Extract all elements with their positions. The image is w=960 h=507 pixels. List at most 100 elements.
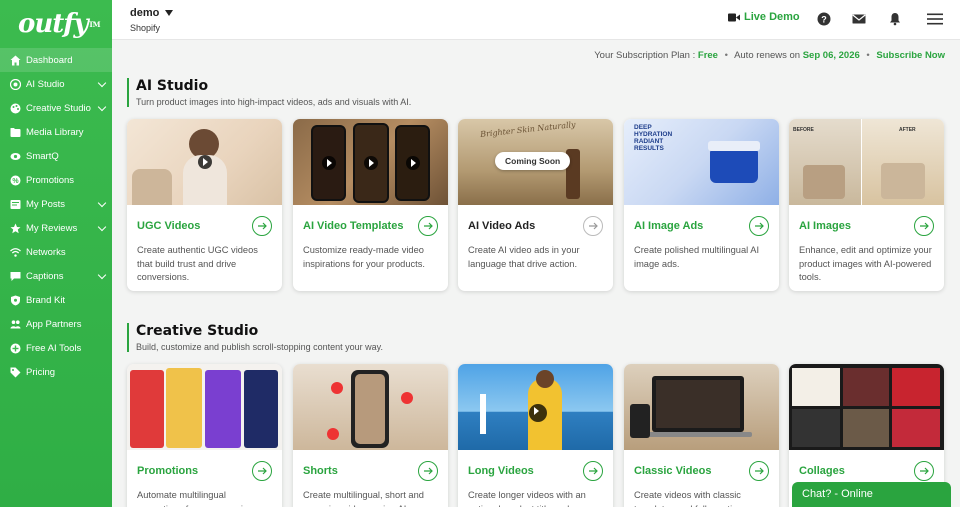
card-classic-videos[interactable]: Classic Videos Create videos with classi… <box>624 364 779 507</box>
subscription-status: Your Subscription Plan : Free • Auto ren… <box>594 50 945 61</box>
arrow-right-icon[interactable] <box>418 216 438 236</box>
renew-label: Auto renews on <box>734 50 803 61</box>
card-ai-image-ads[interactable]: DEEP HYDRATION RADIANT RESULTS AI Image … <box>624 119 779 291</box>
card-title: AI Video Templates <box>303 220 404 232</box>
store-selector[interactable]: demo Shopify <box>130 7 174 33</box>
arrow-right-icon[interactable] <box>583 461 603 481</box>
sidebar-item-smartq[interactable]: SmartQ <box>0 144 112 168</box>
section-subtitle: Turn product images into high-impact vid… <box>136 97 412 107</box>
card-promotions[interactable]: Promotions Automate multilingual promoti… <box>127 364 282 507</box>
menu-icon[interactable] <box>927 12 943 26</box>
play-icon <box>322 156 336 170</box>
dashboard-icon <box>10 55 21 66</box>
section-subtitle: Build, customize and publish scroll-stop… <box>136 342 383 352</box>
ai-video-ads-image: Brighter Skin Naturally Coming Soon <box>458 119 613 205</box>
arrow-right-icon[interactable] <box>914 216 934 236</box>
creative-studio-icon <box>10 103 21 114</box>
chat-label: Chat? - Online <box>802 488 873 500</box>
sidebar-item-my-posts[interactable]: My Posts <box>0 192 112 216</box>
section-title: AI Studio <box>136 78 209 94</box>
sidebar-item-pricing[interactable]: Pricing <box>0 360 112 384</box>
arrow-right-icon[interactable] <box>252 216 272 236</box>
svg-text:?: ? <box>821 15 827 25</box>
card-title: AI Video Ads <box>468 220 536 232</box>
after-label: AFTER <box>899 127 916 133</box>
arrow-right-icon[interactable] <box>418 461 438 481</box>
sidebar-item-my-reviews[interactable]: My Reviews <box>0 216 112 240</box>
ai-video-templates-image <box>293 119 448 205</box>
card-ai-video-templates[interactable]: AI Video Templates Customize ready-made … <box>293 119 448 291</box>
chevron-down-icon[interactable] <box>97 78 107 88</box>
card-description: Automate multilingual promotions for any… <box>137 490 253 507</box>
media-library-icon <box>10 127 21 138</box>
card-title: Shorts <box>303 465 338 477</box>
sidebar-item-media-library[interactable]: Media Library <box>0 120 112 144</box>
caret-down-icon <box>165 10 174 16</box>
chevron-down-icon[interactable] <box>97 102 107 112</box>
subscribe-now-link[interactable]: Subscribe Now <box>876 50 945 61</box>
partners-icon <box>10 319 21 330</box>
card-title: Classic Videos <box>634 465 712 477</box>
card-ai-images[interactable]: BEFORE AFTER AI Images Enhance, edit and… <box>789 119 944 291</box>
renew-date: Sep 06, 2026 <box>802 50 860 61</box>
wifi-icon <box>10 247 21 258</box>
sidebar-item-creative-studio[interactable]: Creative Studio <box>0 96 112 120</box>
chevron-down-icon[interactable] <box>97 198 107 208</box>
sidebar-item-label: Networks <box>26 246 66 258</box>
ai-studio-header: AI Studio Turn product images into high-… <box>127 78 411 107</box>
promotions-icon: % <box>10 175 21 186</box>
classic-videos-image <box>624 364 779 450</box>
play-icon <box>406 156 420 170</box>
arrow-right-icon[interactable] <box>914 461 934 481</box>
card-ugc-videos[interactable]: UGC Videos Create authentic UGC videos t… <box>127 119 282 291</box>
bell-icon[interactable] <box>888 12 902 26</box>
star-icon <box>10 223 21 234</box>
sidebar-item-label: SmartQ <box>26 150 59 162</box>
outfy-logo[interactable]: outfy TM <box>0 0 112 48</box>
sidebar-item-dashboard[interactable]: Dashboard <box>0 48 112 72</box>
chat-widget[interactable]: Chat? - Online <box>792 482 951 507</box>
image-overlay-text: Brighter Skin Naturally <box>479 120 577 139</box>
sidebar-item-ai-studio[interactable]: AI Studio <box>0 72 112 96</box>
section-title: Creative Studio <box>136 323 259 339</box>
card-long-videos[interactable]: Long Videos Create longer videos with an… <box>458 364 613 507</box>
long-videos-image <box>458 364 613 450</box>
card-title: Promotions <box>137 465 199 477</box>
sidebar-item-brand-kit[interactable]: Brand Kit <box>0 288 112 312</box>
sidebar-item-label: Free AI Tools <box>26 342 82 354</box>
card-shorts[interactable]: Shorts Create multilingual, short and en… <box>293 364 448 507</box>
svg-text:%: % <box>12 178 19 185</box>
sidebar-item-app-partners[interactable]: App Partners <box>0 312 112 336</box>
arrow-right-icon[interactable] <box>583 216 603 236</box>
store-name: demo <box>130 7 160 19</box>
sidebar-item-label: My Reviews <box>26 222 78 234</box>
mail-icon[interactable] <box>852 12 866 26</box>
ugc-videos-image <box>127 119 282 205</box>
separator-dot: • <box>724 50 728 61</box>
arrow-right-icon[interactable] <box>252 461 272 481</box>
sidebar-item-promotions[interactable]: % Promotions <box>0 168 112 192</box>
posts-icon <box>10 199 21 210</box>
top-bar: demo Shopify Live Demo ? <box>112 0 960 40</box>
live-demo-link[interactable]: Live Demo <box>728 11 800 23</box>
play-icon <box>198 155 212 169</box>
card-title: Long Videos <box>468 465 534 477</box>
promotions-image <box>127 364 282 450</box>
arrow-right-icon[interactable] <box>749 461 769 481</box>
card-description: Enhance, edit and optimize your product … <box>799 245 932 282</box>
card-title: AI Images <box>799 220 851 232</box>
card-description: Customize ready-made video inspirations … <box>303 245 425 269</box>
sidebar-item-label: Pricing <box>26 366 56 378</box>
shield-icon <box>10 295 21 306</box>
sidebar-item-free-ai-tools[interactable]: Free AI Tools <box>0 336 112 360</box>
arrow-right-icon[interactable] <box>749 216 769 236</box>
chevron-down-icon[interactable] <box>97 270 107 280</box>
card-description: Create videos with classic templates and… <box>634 490 742 507</box>
help-icon[interactable]: ? <box>817 12 831 26</box>
sidebar-item-networks[interactable]: Networks <box>0 240 112 264</box>
ai-image-ads-image: DEEP HYDRATION RADIANT RESULTS <box>624 119 779 205</box>
card-ai-video-ads[interactable]: Brighter Skin Naturally Coming Soon AI V… <box>458 119 613 291</box>
sidebar-item-captions[interactable]: Captions <box>0 264 112 288</box>
chevron-down-icon[interactable] <box>97 222 107 232</box>
sidebar: outfy TM Dashboard AI Studio Creative Studi… <box>0 0 112 507</box>
